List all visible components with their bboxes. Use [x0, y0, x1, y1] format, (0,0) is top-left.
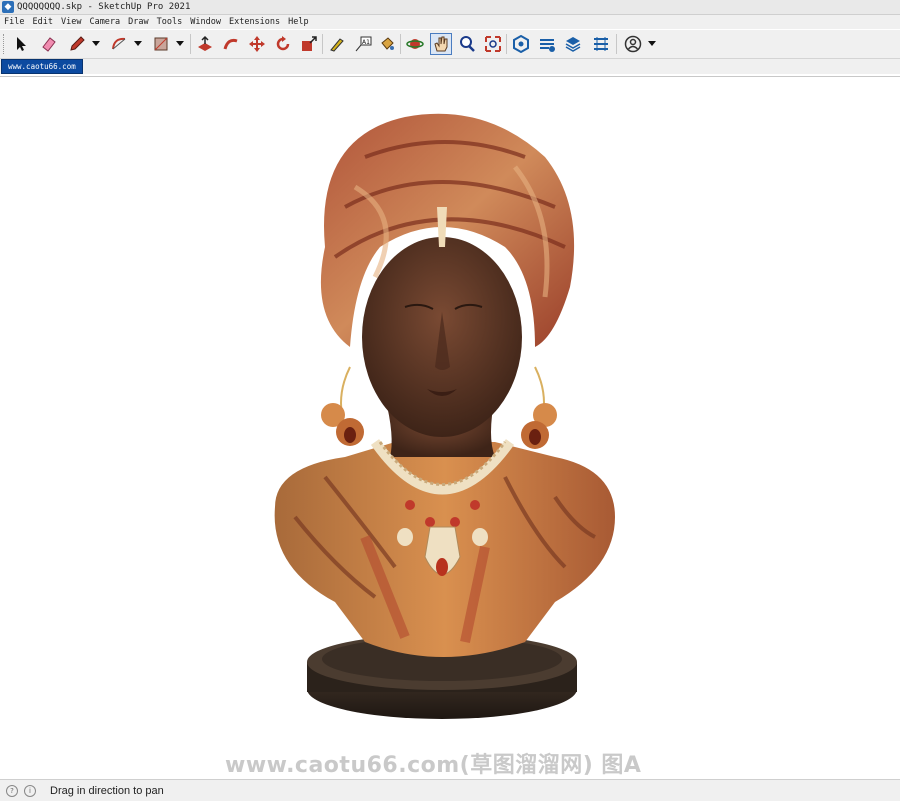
move-tool-button[interactable]: [246, 33, 268, 55]
arc-icon: [112, 37, 126, 50]
chevron-down-icon: [92, 41, 100, 46]
pencil-dropdown-button[interactable]: [92, 39, 100, 47]
orbit-icon: [406, 39, 424, 49]
orbit-tool-button[interactable]: [404, 33, 426, 55]
zoom-extents-tool-button[interactable]: [482, 33, 504, 55]
menu-tools[interactable]: Tools: [153, 17, 187, 27]
menu-file[interactable]: File: [0, 17, 28, 27]
arc-dropdown-button[interactable]: [134, 39, 142, 47]
svg-text:A1: A1: [362, 39, 370, 46]
extension-manager-button[interactable]: [590, 33, 612, 55]
scene-tab[interactable]: www.caotu66.com: [1, 59, 83, 74]
menu-bar: File Edit View Camera Draw Tools Window …: [0, 15, 900, 29]
select-arrow-icon: [17, 37, 26, 51]
menu-draw[interactable]: Draw: [124, 17, 152, 27]
tape-measure-icon: [330, 38, 344, 52]
rotate-icon: [276, 36, 290, 51]
eraser-icon: [42, 37, 56, 52]
menu-window[interactable]: Window: [186, 17, 225, 27]
scale-icon: [302, 36, 317, 51]
zoom-extents-icon: [485, 36, 501, 52]
window-title: QQQQQQQQ.skp - SketchUp Pro 2021: [17, 2, 191, 12]
toolbar-grip[interactable]: [3, 34, 7, 54]
layout-icon: [565, 37, 581, 52]
sketchup-app-icon: ◆: [2, 1, 14, 13]
chevron-down-icon: [648, 41, 656, 46]
status-bar: ? i Drag in direction to pan: [0, 779, 900, 801]
chevron-down-icon: [134, 41, 142, 46]
user-account-dropdown-button[interactable]: [648, 39, 656, 47]
geo-location-icon[interactable]: ?: [6, 784, 18, 797]
african-bust-3d-model: [274, 113, 615, 719]
extension-warehouse-button[interactable]: [536, 33, 558, 55]
pencil-icon: [70, 36, 85, 51]
toolbar-separator: [190, 34, 191, 54]
model-viewport[interactable]: www.caotu66.com(草图溜溜网) 图A: [0, 76, 900, 779]
arc-tool-button[interactable]: [108, 33, 130, 55]
extension-manager-icon: [594, 37, 608, 51]
info-icon[interactable]: i: [24, 784, 36, 797]
move-icon: [249, 36, 265, 52]
rectangle-dropdown-button[interactable]: [176, 39, 184, 47]
3d-warehouse-button[interactable]: [510, 33, 532, 55]
chevron-down-icon: [176, 41, 184, 46]
follow-me-icon: [223, 38, 238, 50]
warehouse-icon: [513, 35, 529, 53]
text-label-icon: A1: [355, 36, 372, 52]
push-pull-icon: [198, 35, 212, 51]
toolbar-separator: [322, 34, 323, 54]
scale-tool-button[interactable]: [298, 33, 320, 55]
extension-warehouse-icon: [540, 39, 555, 52]
menu-help[interactable]: Help: [284, 17, 312, 27]
toolbar-separator: [506, 34, 507, 54]
follow-me-tool-button[interactable]: [220, 33, 242, 55]
paint-bucket-icon: [381, 37, 394, 50]
menu-edit[interactable]: Edit: [28, 17, 56, 27]
pan-icon: [434, 36, 448, 52]
toolbar-separator: [616, 34, 617, 54]
title-bar: ◆ QQQQQQQQ.skp - SketchUp Pro 2021: [0, 0, 900, 15]
pencil-tool-button[interactable]: [66, 33, 88, 55]
pan-tool-button[interactable]: [430, 33, 452, 55]
text-tool-button[interactable]: A1: [352, 33, 374, 55]
main-toolbar: A1: [0, 30, 900, 59]
rotate-tool-button[interactable]: [272, 33, 294, 55]
watermark-text: www.caotu66.com(草图溜溜网) 图A: [225, 753, 642, 778]
toolbar-separator: [400, 34, 401, 54]
menu-view[interactable]: View: [57, 17, 85, 27]
status-hint: Drag in direction to pan: [50, 784, 164, 797]
paint-bucket-tool-button[interactable]: [376, 33, 398, 55]
zoom-tool-button[interactable]: [456, 33, 478, 55]
menu-camera[interactable]: Camera: [85, 17, 124, 27]
user-account-icon: [624, 35, 642, 53]
rectangle-tool-button[interactable]: [150, 33, 172, 55]
menu-extensions[interactable]: Extensions: [225, 17, 284, 27]
layout-button[interactable]: [562, 33, 584, 55]
push-pull-tool-button[interactable]: [194, 33, 216, 55]
scene-tab-bar: www.caotu66.com: [0, 59, 900, 74]
rectangle-icon: [154, 37, 168, 51]
user-account-button[interactable]: [622, 33, 644, 55]
zoom-icon: [460, 36, 475, 52]
eraser-tool-button[interactable]: [38, 33, 60, 55]
tape-measure-tool-button[interactable]: [326, 33, 348, 55]
select-tool-button[interactable]: [10, 33, 32, 55]
